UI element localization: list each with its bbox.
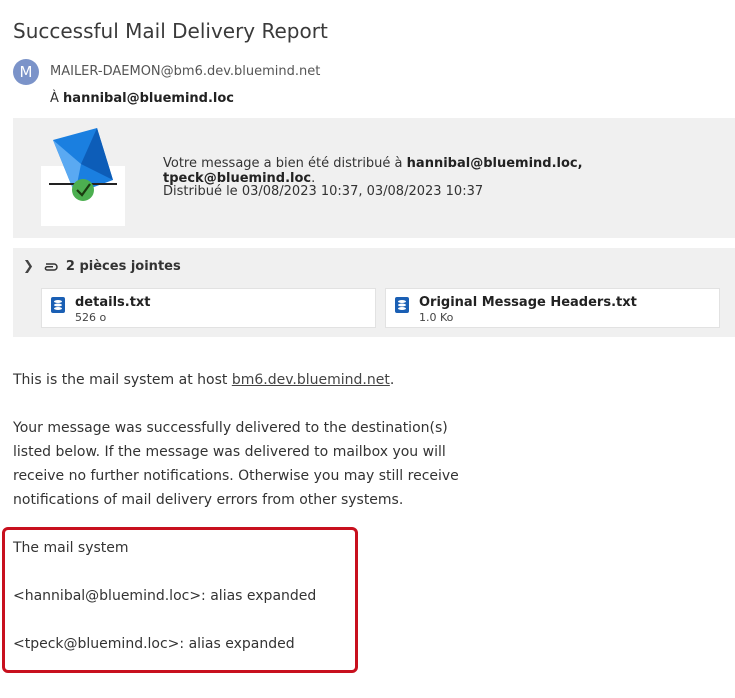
sender-address[interactable]: MAILER-DAEMON@bm6.dev.bluemind.net [50, 64, 320, 79]
body-paragraph-host: This is the mail system at host bm6.dev.… [13, 368, 394, 392]
delivery-status-text: Votre message a bien été distribué à han… [163, 156, 735, 186]
host-link[interactable]: bm6.dev.bluemind.net [232, 372, 390, 388]
body-paragraph-recipient-2: <tpeck@bluemind.loc>: alias expanded [13, 636, 295, 652]
message-subject: Successful Mail Delivery Report [13, 19, 328, 43]
attachment-name: details.txt [75, 295, 151, 310]
attachment-item[interactable]: Original Message Headers.txt 1.0 Ko [385, 288, 720, 328]
file-icon [395, 297, 409, 313]
attachments-header[interactable]: ❯ 2 pièces jointes [23, 259, 181, 274]
delivered-mail-illustration-icon [41, 128, 125, 226]
attachments-panel: ❯ 2 pièces jointes details.txt 526 o Ori… [13, 248, 735, 337]
delivery-report-panel: Votre message a bien été distribué à han… [13, 118, 735, 238]
attachment-item[interactable]: details.txt 526 o [41, 288, 376, 328]
recipient-address[interactable]: hannibal@bluemind.loc [63, 91, 234, 106]
body-paragraph-signature: The mail system [13, 540, 129, 556]
attachment-name: Original Message Headers.txt [419, 295, 637, 310]
attachment-size: 526 o [75, 311, 107, 324]
recipient-line: À hannibal@bluemind.loc [50, 91, 234, 106]
attachment-size: 1.0 Ko [419, 311, 454, 324]
attachments-count-label: 2 pièces jointes [65, 259, 181, 274]
chevron-right-icon[interactable]: ❯ [23, 259, 34, 274]
delivery-date-text: Distribué le 03/08/2023 10:37, 03/08/202… [163, 184, 484, 199]
delivery-status-prefix: Votre message a bien été distribué à [163, 156, 403, 171]
body-host-prefix: This is the mail system at host [13, 372, 228, 388]
body-paragraph-delivery: Your message was successfully delivered … [13, 420, 459, 508]
file-icon [51, 297, 65, 313]
sender-avatar[interactable]: M [13, 59, 39, 85]
body-paragraph-recipient-1: <hannibal@bluemind.loc>: alias expanded [13, 588, 317, 604]
paperclip-icon [42, 261, 58, 273]
body-host-suffix: . [389, 372, 395, 388]
recipient-prefix: À [50, 91, 59, 106]
